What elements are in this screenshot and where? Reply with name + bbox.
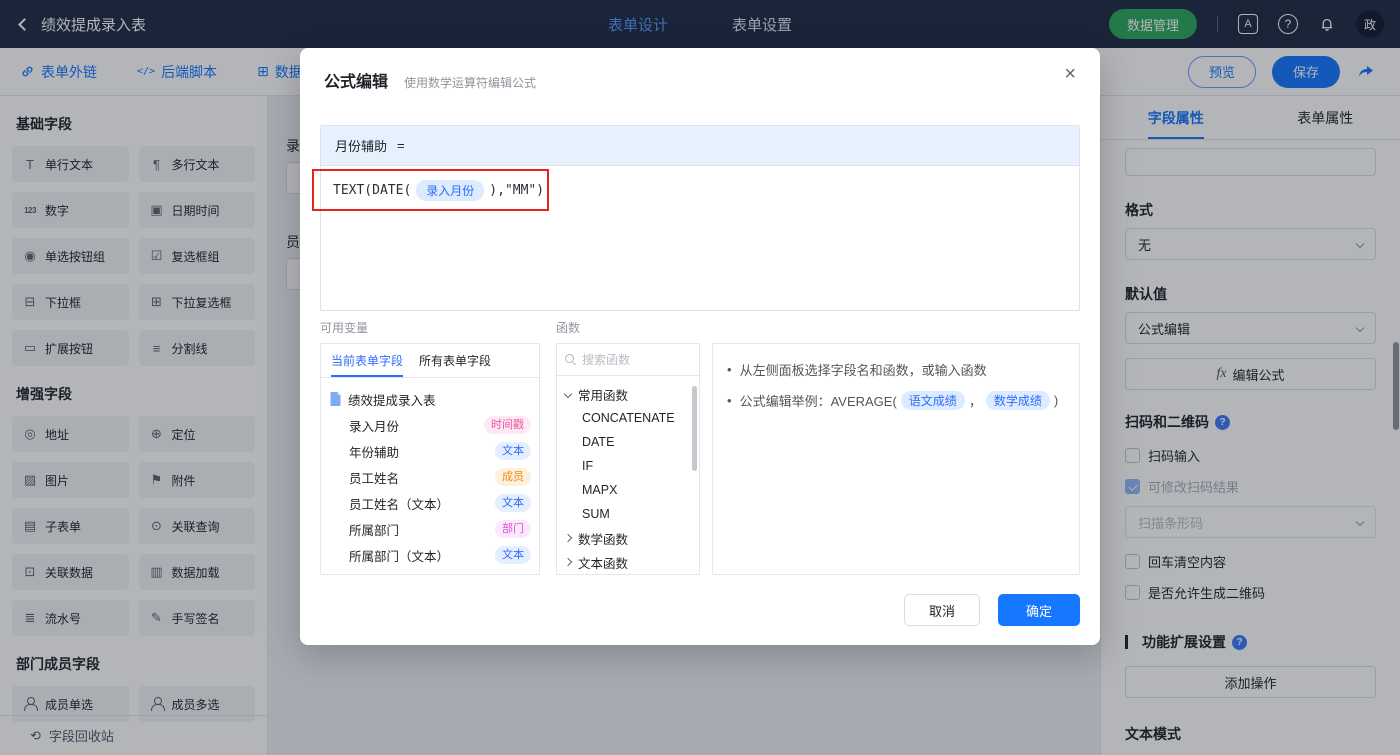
field-type-tag: 文本: [495, 494, 531, 512]
tree-root-form[interactable]: 绩效提成录入表: [329, 386, 531, 412]
help-line-2: • 公式编辑举例：AVERAGE( 语文成绩 ， 数学成绩 ): [727, 391, 1065, 410]
function-group-common[interactable]: 常用函数: [557, 382, 699, 406]
formula-variable-chip[interactable]: 录入月份: [416, 180, 484, 201]
variable-row[interactable]: 所属部门（文本） 文本: [329, 542, 531, 568]
field-type-tag: 成员: [495, 468, 531, 486]
variable-row[interactable]: 员工姓名（文本） 文本: [329, 490, 531, 516]
field-type-tag: 文本: [495, 546, 531, 564]
formula-target-label: 月份辅助: [335, 136, 387, 155]
function-item-mapx[interactable]: MAPX: [557, 478, 699, 502]
help-line-1: • 从左侧面板选择字段名和函数，或输入函数: [727, 360, 1065, 379]
chevron-down-icon: [564, 390, 572, 398]
functions-label: 函数: [556, 319, 580, 336]
equals-sign: =: [397, 138, 405, 153]
search-icon: [565, 354, 576, 365]
tab-current-form-fields[interactable]: 当前表单字段: [331, 344, 403, 377]
help-panel: • 从左侧面板选择字段名和函数，或输入函数 • 公式编辑举例：AVERAGE( …: [712, 343, 1080, 575]
tab-all-form-fields[interactable]: 所有表单字段: [419, 344, 491, 377]
variable-row[interactable]: 员工姓名 成员: [329, 464, 531, 490]
modal-subtitle: 使用数学运算符编辑公式: [404, 74, 536, 91]
function-item-sum[interactable]: SUM: [557, 502, 699, 526]
functions-panel: 常用函数 CONCATENATE DATE IF MAPX SUM 数学函数 文…: [556, 343, 700, 575]
variables-label: 可用变量: [320, 319, 368, 336]
function-search-input[interactable]: [582, 353, 674, 367]
variable-row[interactable]: 录入月份 时间戳: [329, 412, 531, 438]
example-variable-chip: 数学成绩: [986, 391, 1050, 410]
document-icon: [329, 392, 342, 406]
function-group-text[interactable]: 文本函数: [557, 550, 699, 574]
formula-editor: 月份辅助 = TEXT(DATE( 录入月份 ),"MM"): [320, 125, 1080, 311]
example-variable-chip: 语文成绩: [901, 391, 965, 410]
function-item-date[interactable]: DATE: [557, 430, 699, 454]
chevron-right-icon: [564, 534, 572, 542]
chevron-right-icon: [564, 558, 572, 566]
function-item-concatenate[interactable]: CONCATENATE: [557, 406, 699, 430]
function-scrollbar[interactable]: [692, 386, 697, 471]
close-icon[interactable]: ×: [1064, 64, 1076, 84]
variable-row[interactable]: 年份辅助 文本: [329, 438, 531, 464]
modal-title: 公式编辑: [324, 68, 388, 92]
variable-row[interactable]: 所属部门 部门: [329, 516, 531, 542]
field-type-tag: 时间戳: [484, 416, 531, 434]
field-type-tag: 文本: [495, 442, 531, 460]
formula-expression[interactable]: TEXT(DATE( 录入月份 ),"MM"): [333, 180, 1067, 201]
formula-editor-dialog: 公式编辑 使用数学运算符编辑公式 × 月份辅助 = TEXT(DATE( 录入月…: [300, 48, 1100, 645]
variables-panel: 当前表单字段 所有表单字段 绩效提成录入表 录入月份 时间戳 年份辅助 文本 员…: [320, 343, 540, 575]
function-item-if[interactable]: IF: [557, 454, 699, 478]
field-type-tag: 部门: [495, 520, 531, 538]
cancel-button[interactable]: 取消: [904, 594, 980, 626]
confirm-button[interactable]: 确定: [998, 594, 1080, 626]
function-group-math[interactable]: 数学函数: [557, 526, 699, 550]
